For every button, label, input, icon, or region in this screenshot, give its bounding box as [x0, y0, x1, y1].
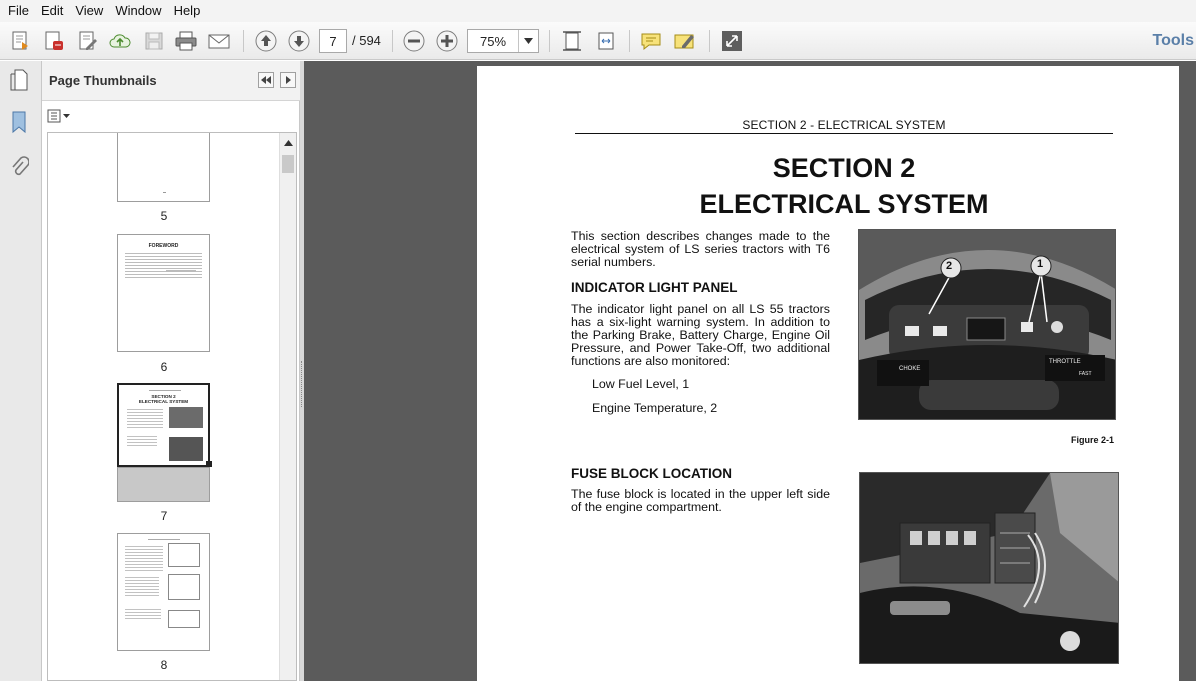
toolbar-separator	[549, 30, 550, 52]
menu-view[interactable]: View	[69, 0, 109, 22]
thumbnail-label: 7	[160, 509, 168, 523]
upload-cloud-icon[interactable]	[107, 28, 133, 54]
fit-page-icon[interactable]	[559, 28, 585, 54]
running-head: SECTION 2 - ELECTRICAL SYSTEM	[742, 118, 946, 132]
comment-icon[interactable]	[638, 28, 664, 54]
list-item: Low Fuel Level, 1	[592, 377, 690, 391]
figure-fuse-block-photo	[859, 472, 1119, 664]
print-icon[interactable]	[173, 28, 199, 54]
navigation-pane	[0, 61, 42, 681]
callout-number: 1	[1037, 258, 1044, 270]
attachments-icon[interactable]	[7, 153, 31, 179]
menu-file[interactable]: File	[2, 0, 35, 22]
panel-label: THROTTLE	[1049, 359, 1081, 365]
email-icon[interactable]	[206, 28, 232, 54]
toolbar: 7 / 594 75% Tools	[0, 22, 1196, 60]
section-title: SECTION 2	[772, 153, 916, 183]
header-rule	[575, 133, 1113, 134]
scroll-up-icon[interactable]	[280, 135, 296, 151]
expand-panel-icon[interactable]	[280, 72, 296, 88]
figure-caption: Figure 2-1	[1071, 435, 1115, 445]
zoom-select[interactable]: 75%	[467, 29, 539, 53]
indicator-paragraph: The indicator light panel on all LS 55 t…	[571, 302, 830, 368]
chevron-down-icon[interactable]	[518, 30, 538, 52]
panel-title: Page Thumbnails	[49, 73, 157, 88]
edit-pdf-icon[interactable]	[75, 28, 101, 54]
indicator-heading: INDICATOR LIGHT PANEL	[571, 280, 738, 295]
thumbnails-panel: Page Thumbnails 5 FOREWORD 6 SECTION 2 E…	[42, 61, 300, 681]
thumbnail-label: 6	[160, 360, 168, 374]
panel-label: CHOKE	[899, 366, 921, 372]
list-item: Engine Temperature, 2	[592, 401, 718, 415]
thumbnail-viewport-overlay	[117, 467, 210, 502]
thumbnails-header: Page Thumbnails	[42, 61, 300, 101]
page-thumbnails-icon[interactable]	[7, 67, 31, 93]
toolbar-separator	[709, 30, 710, 52]
next-page-icon[interactable]	[286, 28, 312, 54]
thumbnail-scrollbar[interactable]	[279, 133, 296, 680]
toolbar-separator	[629, 30, 630, 52]
callout-number: 2	[946, 260, 953, 272]
thumbnail-list[interactable]: 5 FOREWORD 6 SECTION 2 ELECTRICAL SYSTEM…	[47, 132, 297, 681]
bookmarks-icon[interactable]	[7, 109, 31, 135]
thumbnail-heading: FOREWORD	[148, 243, 179, 249]
fuse-paragraph: The fuse block is located in the upper l…	[571, 487, 830, 514]
thumbnail-page-6[interactable]: FOREWORD	[117, 234, 210, 352]
thumbnail-resize-handle[interactable]	[206, 461, 212, 467]
thumbnail-page-8[interactable]	[117, 533, 210, 651]
page-number-input[interactable]: 7	[319, 29, 347, 53]
thumbnail-options-icon[interactable]	[47, 108, 73, 124]
thumbnail-label: 8	[160, 658, 168, 672]
section-subtitle: ELECTRICAL SYSTEM	[699, 189, 989, 219]
intro-paragraph: This section describes changes made to t…	[571, 229, 830, 269]
scrollbar-thumb[interactable]	[282, 155, 294, 173]
save-icon[interactable]	[141, 28, 167, 54]
menu-bar: File Edit View Window Help	[0, 0, 1196, 22]
thumbnail-page-5[interactable]	[117, 133, 210, 202]
full-screen-icon[interactable]	[719, 28, 745, 54]
document-view[interactable]: SECTION 2 - ELECTRICAL SYSTEM SECTION 2 …	[304, 61, 1196, 681]
convert-pdf-icon[interactable]	[41, 28, 67, 54]
thumbnail-heading: ELECTRICAL SYSTEM	[138, 399, 189, 404]
zoom-in-icon[interactable]	[434, 28, 460, 54]
toolbar-separator	[392, 30, 393, 52]
zoom-value: 75%	[479, 33, 507, 49]
tools-button[interactable]: Tools	[1153, 32, 1194, 50]
collapse-panel-icon[interactable]	[258, 72, 274, 88]
page-total: / 594	[352, 33, 381, 48]
thumbnail-label: 5	[160, 209, 168, 223]
previous-page-icon[interactable]	[253, 28, 279, 54]
toolbar-separator	[243, 30, 244, 52]
thumbnail-page-7[interactable]: SECTION 2 ELECTRICAL SYSTEM	[117, 383, 210, 467]
zoom-out-icon[interactable]	[401, 28, 427, 54]
highlight-icon[interactable]	[672, 28, 698, 54]
pdf-page: SECTION 2 - ELECTRICAL SYSTEM SECTION 2 …	[477, 66, 1179, 681]
fuse-heading: FUSE BLOCK LOCATION	[571, 466, 732, 481]
create-pdf-icon[interactable]	[8, 28, 34, 54]
panel-label: FAST	[1079, 371, 1092, 377]
menu-window[interactable]: Window	[109, 0, 167, 22]
menu-edit[interactable]: Edit	[35, 0, 69, 22]
fit-width-icon[interactable]	[593, 28, 619, 54]
menu-help[interactable]: Help	[168, 0, 207, 22]
figure-indicator-panel-photo: 2 1 CHOKE THROTTLE FAST	[858, 229, 1116, 420]
